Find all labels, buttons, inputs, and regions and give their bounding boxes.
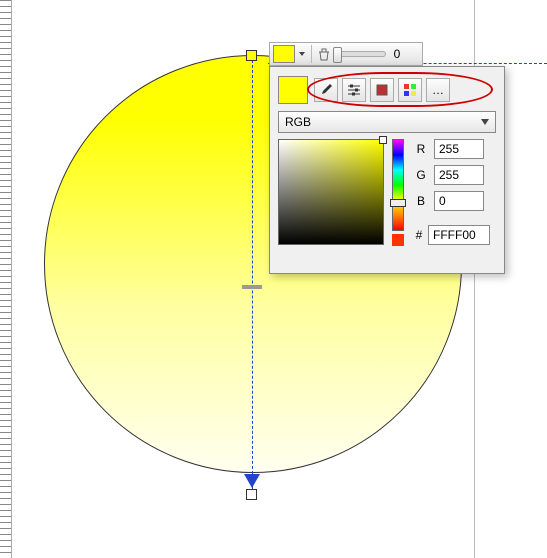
- b-input[interactable]: 0: [434, 191, 484, 211]
- saturation-value-field[interactable]: [278, 139, 384, 245]
- color-model-value: RGB: [285, 115, 311, 129]
- separator: [311, 45, 312, 63]
- hue-thumb[interactable]: [390, 199, 406, 207]
- g-value: 255: [439, 168, 459, 182]
- color-tool-row: …: [314, 78, 496, 102]
- stop-color-swatch[interactable]: [273, 45, 295, 63]
- g-input[interactable]: 255: [434, 165, 484, 185]
- gradient-direction-arrow-icon: [244, 474, 260, 488]
- r-input[interactable]: 255: [434, 139, 484, 159]
- color-model-select[interactable]: RGB: [278, 111, 496, 133]
- gradient-axis[interactable]: [252, 55, 253, 499]
- sliders-button[interactable]: [342, 78, 366, 102]
- opacity-icon: [316, 45, 332, 63]
- gradient-stop-start[interactable]: [246, 50, 257, 61]
- hue-slider[interactable]: [392, 139, 404, 231]
- ruler-vertical: [0, 0, 12, 558]
- stop-color-dropdown[interactable]: [297, 45, 307, 63]
- g-label: G: [414, 168, 428, 182]
- gradient-stop-toolbar: 0: [269, 42, 423, 66]
- more-options-button[interactable]: …: [426, 78, 450, 102]
- hex-prefix: #: [414, 228, 424, 242]
- b-label: B: [414, 194, 428, 208]
- stop-offset-value: 0: [388, 47, 406, 61]
- hex-input[interactable]: FFFF00: [428, 225, 490, 245]
- hue-preview-swatch: [392, 234, 404, 246]
- ellipsis-icon: …: [432, 83, 444, 97]
- chevron-down-icon: [481, 119, 489, 125]
- palette-grid-button[interactable]: [398, 78, 422, 102]
- r-label: R: [414, 142, 428, 156]
- current-color-swatch[interactable]: [278, 76, 308, 104]
- gradient-stop-end[interactable]: [246, 489, 257, 500]
- canvas[interactable]: 0: [12, 0, 547, 558]
- gradient-midpoint-handle[interactable]: [242, 285, 262, 289]
- r-value: 255: [439, 142, 459, 156]
- b-value: 0: [439, 194, 446, 208]
- swatch-button[interactable]: [370, 78, 394, 102]
- hex-value: FFFF00: [433, 228, 476, 242]
- eyedropper-button[interactable]: [314, 78, 338, 102]
- color-picker-panel: … RGB R: [269, 66, 505, 274]
- stop-offset-slider[interactable]: [334, 51, 386, 57]
- sv-cursor[interactable]: [379, 136, 387, 144]
- slider-thumb[interactable]: [333, 47, 342, 63]
